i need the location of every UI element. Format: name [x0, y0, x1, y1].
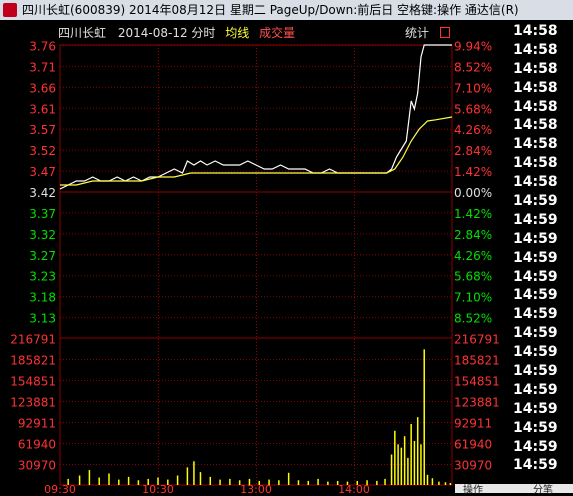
volume-tick-label-right: 92911 [454, 417, 492, 431]
volume-tick-label: 92911 [18, 417, 56, 431]
tick-time: 14:59 [513, 363, 558, 380]
intraday-chart[interactable]: 3.76 9.94% 3.71 8.52% 3.66 7.10% 3.61 5.68% 3.57… [0, 20, 573, 494]
tick-time: 14:59 [513, 325, 558, 342]
pct-tick-label: 4.26% [454, 123, 492, 137]
stat-button[interactable]: 统计 [405, 24, 429, 42]
axis-labels: 3.76 9.94% 3.71 8.52% 3.66 7.10% 3.61 5.68% 3.57… [10, 40, 500, 494]
volume-tick-label-right: 30970 [454, 459, 492, 473]
volume-tick-label: 185821 [10, 354, 56, 368]
chart-date: 2014-08-12 分时 [117, 26, 216, 40]
price-tick-label: 3.32 [29, 228, 56, 242]
tab-ticks[interactable]: 分笔 [533, 481, 553, 496]
window-title: 四川长虹(600839) 2014年08月12日 星期二 PageUp/Down… [22, 3, 519, 17]
pct-tick-label: 5.68% [454, 270, 492, 284]
price-tick-label: 3.52 [29, 144, 56, 158]
pct-tick-label: 7.10% [454, 291, 492, 305]
window-titlebar: 四川长虹(600839) 2014年08月12日 星期二 PageUp/Down… [0, 0, 573, 20]
pct-tick-label: 1.42% [454, 165, 492, 179]
stat-toggle-icon[interactable] [440, 27, 450, 38]
tick-time: 14:59 [513, 344, 558, 361]
price-tick-label: 3.61 [29, 102, 56, 116]
volume-tick-label-right: 154851 [454, 375, 500, 389]
volume-tick-label-right: 216791 [454, 333, 500, 347]
price-tick-label: 3.76 [29, 40, 56, 54]
tick-time: 14:59 [513, 381, 558, 398]
app-logo-icon [3, 3, 17, 17]
tick-time: 14:59 [513, 193, 558, 210]
tick-time: 14:58 [513, 174, 558, 191]
tick-time: 14:59 [513, 438, 558, 455]
time-tick-label: 14:00 [338, 483, 370, 493]
bottom-tab-bar: 操作 分笔 [455, 481, 573, 496]
volume-tick-label-right: 123881 [454, 396, 500, 410]
price-tick-label: 3.47 [29, 165, 56, 179]
tab-operate[interactable]: 操作 [463, 481, 483, 496]
time-tick-label: 10:30 [142, 483, 174, 493]
tick-time: 14:59 [513, 211, 558, 228]
volume-legend: 成交量 [259, 26, 296, 40]
pct-tick-label: 8.52% [454, 60, 492, 74]
volume-tick-label-right: 61940 [454, 438, 492, 452]
price-tick-label: 3.23 [29, 270, 56, 284]
volume-tick-label: 154851 [10, 375, 56, 389]
tick-time: 14:59 [513, 457, 558, 474]
tick-time: 14:59 [513, 400, 558, 417]
volume-tick-label: 61940 [18, 438, 56, 452]
volume-tick-label-right: 185821 [454, 354, 500, 368]
avg-line-legend: 均线 [225, 26, 250, 40]
pct-tick-label: 1.42% [454, 207, 492, 221]
volume-tick-label: 30970 [18, 459, 56, 473]
time-tick-label: 13:00 [240, 483, 272, 493]
time-tick-label: 09:30 [44, 483, 76, 493]
price-tick-label: 3.18 [29, 291, 56, 305]
price-tick-label: 3.42 [29, 186, 56, 200]
tick-time-list: 14:58 14:58 14:58 14:58 14:58 14:58 14:58 14:58… [505, 22, 573, 475]
tick-time: 14:58 [513, 98, 558, 115]
pct-tick-label: 7.10% [454, 81, 492, 95]
tick-time: 14:58 [513, 79, 558, 96]
stock-name: 四川长虹 [58, 26, 107, 40]
tick-time: 14:59 [513, 306, 558, 323]
price-tick-label: 3.66 [29, 81, 56, 95]
tick-time: 14:58 [513, 60, 558, 77]
price-tick-label: 3.13 [29, 312, 56, 326]
pct-tick-label: 4.26% [454, 249, 492, 263]
pct-tick-label: 2.84% [454, 228, 492, 242]
volume-tick-label: 216791 [10, 333, 56, 347]
tick-time: 14:58 [513, 136, 558, 153]
pct-tick-label: 5.68% [454, 102, 492, 116]
price-tick-label: 3.71 [29, 60, 56, 74]
tick-time: 14:59 [513, 268, 558, 285]
tick-time: 14:59 [513, 230, 558, 247]
pct-tick-label: 9.94% [454, 40, 492, 54]
pct-tick-label: 2.84% [454, 144, 492, 158]
price-tick-label: 3.27 [29, 249, 56, 263]
volume-tick-label: 123881 [10, 396, 56, 410]
pct-tick-label: 0.00% [454, 186, 492, 200]
tick-time: 14:59 [513, 287, 558, 304]
tick-time: 14:58 [513, 155, 558, 172]
price-tick-label: 3.37 [29, 207, 56, 221]
tick-time: 14:59 [513, 249, 558, 266]
chart-grid [59, 44, 453, 486]
price-tick-label: 3.57 [29, 123, 56, 137]
pct-tick-label: 8.52% [454, 312, 492, 326]
tick-time: 14:58 [513, 23, 558, 39]
tick-time: 14:58 [513, 117, 558, 134]
tick-time: 14:58 [513, 41, 558, 58]
tick-time: 14:59 [513, 419, 558, 436]
chart-header: 四川长虹 2014-08-12 分时 均线 成交量 [58, 24, 295, 42]
